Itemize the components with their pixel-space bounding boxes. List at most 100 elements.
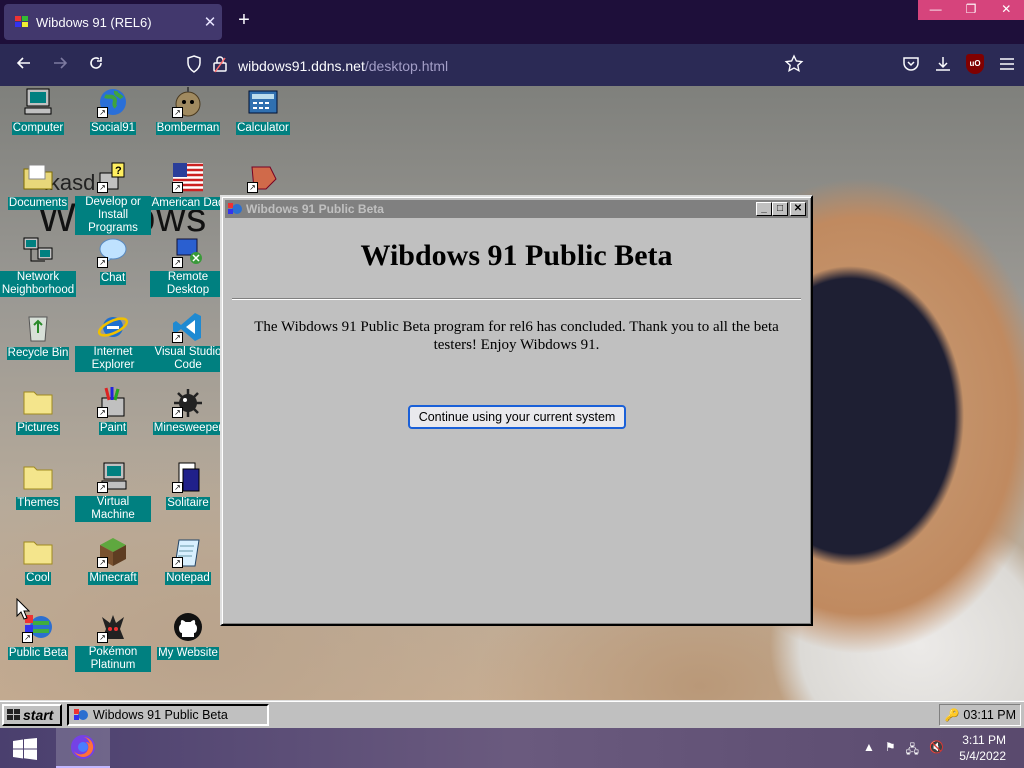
firefox-icon bbox=[71, 735, 95, 759]
taskbar-item-label: Wibdows 91 Public Beta bbox=[93, 708, 228, 722]
restore-window-button[interactable]: ❐ bbox=[953, 0, 988, 20]
new-tab-button[interactable]: + bbox=[232, 9, 256, 32]
show-hidden-icons-icon[interactable]: ▲ bbox=[863, 740, 875, 761]
shortcut-arrow-icon: ↗ bbox=[97, 407, 108, 418]
dialog-message: The Wibdows 91 Public Beta program for r… bbox=[254, 319, 779, 353]
desktop-icon-develop-install[interactable]: ? ↗ Develop or Install Programs bbox=[75, 161, 151, 236]
desktop-icon-label: Chat bbox=[99, 272, 127, 285]
mouse-pointer-icon bbox=[16, 598, 30, 620]
shortcut-arrow-icon: ↗ bbox=[172, 182, 183, 193]
shortcut-arrow-icon: ↗ bbox=[172, 557, 183, 568]
desktop-icon-label: Minesweeper bbox=[152, 422, 224, 435]
desktop-icon-american-dad[interactable]: ↗ American Dad bbox=[150, 161, 226, 236]
desktop-icon-pokemon-platinum[interactable]: ↗ Pokémon Platinum bbox=[75, 611, 151, 686]
flag-notification-icon[interactable]: ⚑ bbox=[885, 740, 896, 761]
taskbar-item-public-beta[interactable]: Wibdows 91 Public Beta bbox=[67, 704, 269, 726]
start-label: start bbox=[23, 707, 54, 723]
desktop-icon-minecraft[interactable]: ↗ Minecraft bbox=[75, 536, 151, 611]
url-bar[interactable]: wibdows91.ddns.net /desktop.html bbox=[238, 52, 838, 80]
bookmark-star-icon[interactable] bbox=[784, 54, 804, 74]
desktop-icon-cool[interactable]: Cool bbox=[0, 536, 76, 611]
shortcut-arrow-icon: ↗ bbox=[97, 182, 108, 193]
shortcut-arrow-icon: ↗ bbox=[247, 182, 258, 193]
desktop-icon-internet-explorer[interactable]: Internet Explorer bbox=[75, 311, 151, 386]
desktop-icon-notepad[interactable]: ↗ Notepad bbox=[150, 536, 226, 611]
tray-key-icon[interactable]: 🔑 bbox=[944, 708, 959, 722]
desktop-icon-label: Cool bbox=[25, 572, 51, 585]
desktop-icon-recycle-bin[interactable]: Recycle Bin bbox=[0, 311, 76, 386]
desktop-icon-solitaire[interactable]: ↗ Solitaire bbox=[150, 461, 226, 536]
tab-close-icon[interactable]: ✕ bbox=[198, 13, 222, 31]
shortcut-arrow-icon: ↗ bbox=[172, 482, 183, 493]
desktop-icon-visual-studio-code[interactable]: ↗ Visual Studio Code bbox=[150, 311, 226, 386]
menu-hamburger-icon[interactable] bbox=[998, 55, 1016, 73]
desktop-icon-minesweeper[interactable]: ↗ Minesweeper bbox=[150, 386, 226, 461]
shortcut-arrow-icon: ↗ bbox=[172, 107, 183, 118]
desktop-icon-label: Internet Explorer bbox=[75, 346, 151, 372]
folder-icon bbox=[23, 466, 53, 490]
desktop-icon-virtual-machine[interactable]: ↗ Virtual Machine bbox=[75, 461, 151, 536]
window-title-bar[interactable]: Wibdows 91 Public Beta _ □ ✕ bbox=[225, 200, 808, 218]
desktop-icon-label: My Website bbox=[157, 647, 219, 660]
internet-explorer-icon bbox=[97, 317, 129, 337]
desktop-icon-label: Social91 bbox=[89, 122, 137, 135]
network-icon bbox=[23, 237, 53, 262]
back-icon[interactable] bbox=[6, 54, 42, 77]
url-path: /desktop.html bbox=[364, 58, 449, 74]
continue-button[interactable]: Continue using your current system bbox=[408, 405, 626, 429]
desktop-icon-my-website[interactable]: My Website bbox=[150, 611, 226, 686]
system-tray: 🔑 03:11 PM bbox=[939, 704, 1021, 726]
desktop-icon-bomberman[interactable]: ↗ Bomberman bbox=[150, 86, 226, 161]
window-maximize-button[interactable]: □ bbox=[772, 202, 788, 216]
desktop-icon-computer[interactable]: Computer bbox=[0, 86, 76, 161]
desktop-icon-remote-desktop[interactable]: ↗ Remote Desktop bbox=[150, 236, 226, 311]
shortcut-arrow-icon: ↗ bbox=[97, 632, 108, 643]
pocket-icon[interactable] bbox=[902, 55, 920, 73]
window-close-button[interactable]: ✕ bbox=[790, 202, 806, 216]
desktop-icon-label: Remote Desktop bbox=[150, 271, 226, 297]
ublock-origin-icon[interactable]: uO bbox=[966, 54, 984, 74]
site-lock-icon[interactable] bbox=[212, 55, 228, 73]
desktop-icon-label: Network Neighborhood bbox=[0, 271, 76, 297]
windows-start-icon[interactable] bbox=[12, 738, 38, 760]
downloads-icon[interactable] bbox=[934, 55, 952, 73]
folder-icon bbox=[23, 541, 53, 565]
wibdows-taskbar: start Wibdows 91 Public Beta 🔑 03:11 PM bbox=[0, 700, 1024, 728]
desktop-icon-label: Visual Studio Code bbox=[150, 346, 226, 372]
window-title-buttons: _ □ ✕ bbox=[756, 202, 806, 216]
shortcut-arrow-icon: ↗ bbox=[22, 632, 33, 643]
tracking-protection-shield-icon[interactable] bbox=[186, 55, 202, 73]
host-clock[interactable]: 3:11 PM 5/4/2022 bbox=[959, 732, 1006, 764]
desktop-icon-network-neighborhood[interactable]: Network Neighborhood bbox=[0, 236, 76, 311]
desktop-icon-label: Themes bbox=[16, 497, 60, 510]
host-taskbar: ▲ ⚑ 🖧 🔇 3:11 PM 5/4/2022 bbox=[0, 728, 1024, 768]
desktop-icon-themes[interactable]: Themes bbox=[0, 461, 76, 536]
window-minimize-button[interactable]: _ bbox=[756, 202, 772, 216]
host-date: 5/4/2022 bbox=[959, 749, 1006, 763]
desktop-icon-documents[interactable]: Documents bbox=[0, 161, 76, 236]
folder-open-icon bbox=[23, 164, 53, 190]
close-window-button[interactable]: ✕ bbox=[989, 0, 1024, 20]
desktop-icon-calculator[interactable]: Calculator bbox=[225, 86, 301, 161]
tab-title: Wibdows 91 (REL6) bbox=[36, 14, 152, 30]
network-tray-icon[interactable]: 🖧 bbox=[906, 740, 919, 761]
shortcut-arrow-icon: ↗ bbox=[172, 257, 183, 268]
minimize-window-button[interactable]: — bbox=[918, 0, 953, 20]
calculator-icon bbox=[248, 90, 278, 114]
public-beta-window: Wibdows 91 Public Beta _ □ ✕ Wibdows 91 … bbox=[220, 195, 813, 626]
reload-icon[interactable] bbox=[78, 54, 114, 77]
wibdows-favicon-icon bbox=[15, 16, 28, 27]
public-beta-icon bbox=[228, 203, 242, 214]
start-button[interactable]: start bbox=[2, 704, 62, 726]
window-controls: — ❐ ✕ bbox=[918, 0, 1024, 20]
volume-muted-icon[interactable]: 🔇 bbox=[929, 740, 944, 761]
browser-tab[interactable]: Wibdows 91 (REL6) ✕ bbox=[4, 4, 222, 40]
desktop-icon-pictures[interactable]: Pictures bbox=[0, 386, 76, 461]
shortcut-arrow-icon: ↗ bbox=[97, 482, 108, 493]
forward-icon[interactable] bbox=[42, 54, 78, 77]
desktop-icon-paint[interactable]: ↗ Paint bbox=[75, 386, 151, 461]
desktop-icon-public-beta[interactable]: ↗ Public Beta bbox=[0, 611, 76, 686]
desktop-icon-social91[interactable]: ↗ Social91 bbox=[75, 86, 151, 161]
taskbar-firefox[interactable] bbox=[56, 728, 110, 768]
desktop-icon-chat[interactable]: ↗ Chat bbox=[75, 236, 151, 311]
